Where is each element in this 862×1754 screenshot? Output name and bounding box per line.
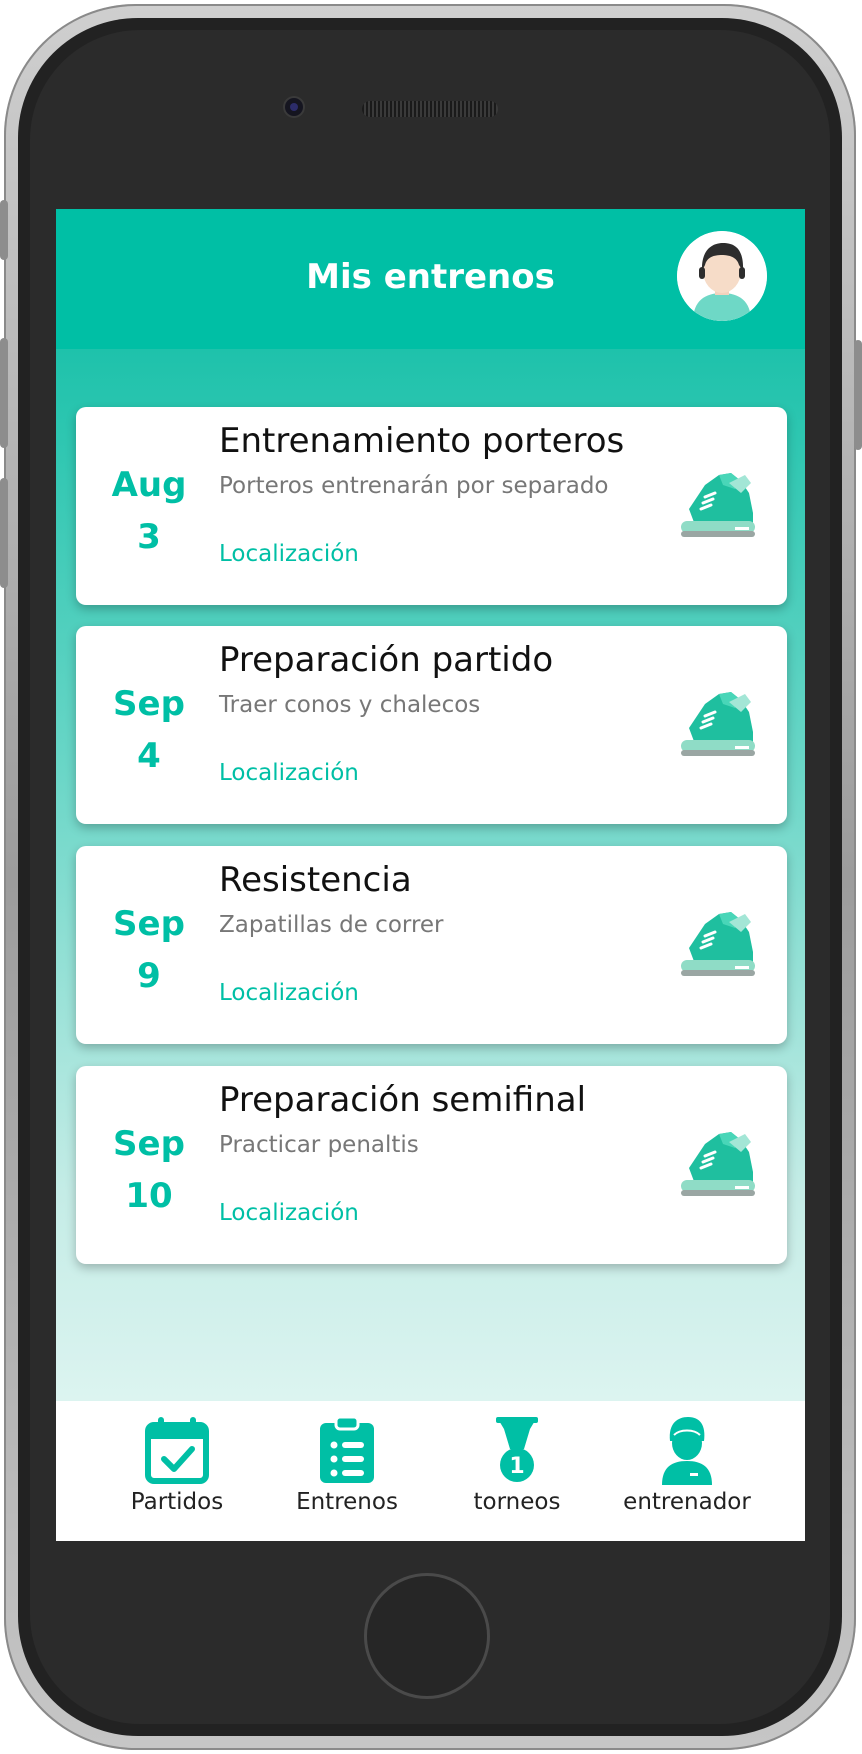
sneaker-icon	[675, 463, 759, 547]
sneaker-icon	[675, 1122, 759, 1206]
nav-label: torneos	[473, 1489, 561, 1515]
bottom-nav: Partidos Entrenos 1 torneos entrenador	[56, 1401, 805, 1541]
training-month: Sep	[113, 1124, 185, 1164]
training-description: Practicar penaltis	[219, 1132, 419, 1158]
calendar-check-icon	[145, 1417, 209, 1484]
training-month: Aug	[111, 465, 187, 505]
side-button-mute	[0, 200, 8, 260]
training-day: 10	[125, 1176, 173, 1216]
training-month: Sep	[113, 904, 185, 944]
location-link[interactable]: Localización	[219, 1200, 359, 1226]
location-link[interactable]: Localización	[219, 541, 359, 567]
side-button-volume-down	[0, 478, 8, 588]
training-title: Resistencia	[219, 860, 412, 900]
training-card[interactable]: Sep 4 Preparación partido Traer conos y …	[76, 626, 787, 824]
nav-label: Entrenos	[296, 1489, 398, 1515]
training-date: Sep 10	[76, 1118, 222, 1222]
front-camera	[285, 98, 303, 116]
nav-item-torneos[interactable]: 1 torneos	[432, 1415, 602, 1515]
app-screen: Mis entrenos Aug 3 Entrenamiento portero…	[56, 209, 805, 1541]
training-date: Sep 4	[76, 678, 222, 782]
nav-label: Partidos	[130, 1489, 224, 1515]
training-date: Sep 9	[76, 898, 222, 1002]
training-title: Entrenamiento porteros	[219, 421, 625, 461]
training-day: 4	[137, 736, 161, 776]
app-header: Mis entrenos	[56, 209, 805, 349]
location-link[interactable]: Localización	[219, 980, 359, 1006]
location-link[interactable]: Localización	[219, 760, 359, 786]
sneaker-icon	[675, 682, 759, 766]
training-description: Porteros entrenarán por separado	[219, 473, 609, 499]
training-date: Aug 3	[76, 459, 222, 563]
training-card[interactable]: Sep 10 Preparación semifinal Practicar p…	[76, 1066, 787, 1264]
side-button-volume-up	[0, 338, 8, 448]
training-day: 3	[137, 517, 161, 557]
sneaker-icon	[675, 902, 759, 986]
training-day: 9	[137, 956, 161, 996]
clipboard-list-icon	[320, 1415, 374, 1483]
earpiece-speaker	[362, 101, 498, 117]
training-description: Zapatillas de correr	[219, 912, 444, 938]
training-title: Preparación partido	[219, 640, 554, 680]
svg-text:1: 1	[509, 1454, 524, 1479]
training-month: Sep	[113, 684, 185, 724]
nav-item-partidos[interactable]: Partidos	[92, 1415, 262, 1515]
user-avatar-icon[interactable]	[677, 231, 767, 321]
home-button[interactable]	[364, 1573, 490, 1699]
training-card[interactable]: Sep 9 Resistencia Zapatillas de correr L…	[76, 846, 787, 1044]
nav-label: entrenador	[623, 1489, 751, 1515]
training-card[interactable]: Aug 3 Entrenamiento porteros Porteros en…	[76, 407, 787, 605]
training-list: Aug 3 Entrenamiento porteros Porteros en…	[56, 349, 805, 1401]
nav-item-entrenador[interactable]: entrenador	[602, 1415, 772, 1515]
training-description: Traer conos y chalecos	[219, 692, 481, 718]
medal-icon: 1	[496, 1417, 538, 1482]
coach-icon	[662, 1417, 712, 1485]
training-title: Preparación semifinal	[219, 1080, 587, 1120]
side-button-power	[854, 340, 862, 450]
nav-item-entrenos[interactable]: Entrenos	[262, 1415, 432, 1515]
